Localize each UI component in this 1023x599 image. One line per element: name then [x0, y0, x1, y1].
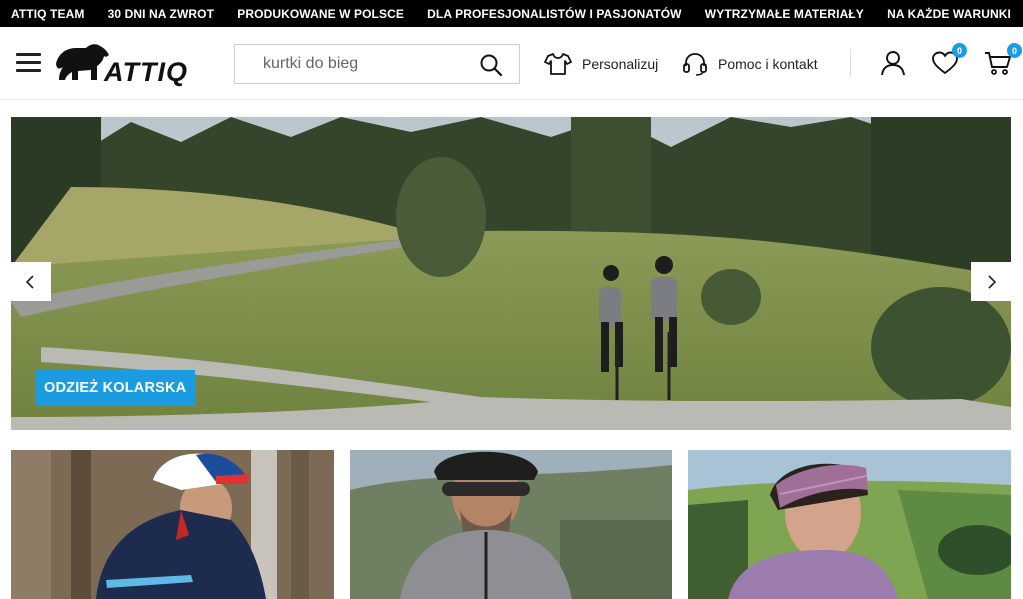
promo-item-returns[interactable]: 30 DNI NA ZWROT: [108, 7, 214, 21]
help-contact-label: Pomoc i kontakt: [718, 56, 818, 72]
tile-image-cyclist-portrait: [350, 450, 672, 599]
wishlist-count-badge: 0: [952, 43, 967, 58]
tile-image-man-jacket: [11, 450, 334, 599]
personalize-label: Personalizuj: [582, 56, 659, 72]
site-logo[interactable]: ATTIQ: [54, 41, 214, 87]
wishlist-button[interactable]: 0: [931, 43, 967, 79]
hero-banner[interactable]: ODZIEŻ KOLARSKA: [11, 117, 1011, 430]
promo-item-team[interactable]: ATTIQ TEAM: [11, 7, 84, 21]
logo-wordmark: ATTIQ: [104, 57, 188, 87]
tile-image-woman-headband: [688, 450, 1011, 599]
promo-bar: ATTIQ TEAM 30 DNI NA ZWROT PRODUKOWANE W…: [0, 0, 1023, 27]
promo-item-professionals[interactable]: DLA PROFESJONALISTÓW I PASJONATÓW: [427, 7, 681, 21]
chevron-right-icon: [988, 274, 997, 289]
promo-item-conditions[interactable]: NA KAŻDE WARUNKI: [887, 7, 1011, 21]
cart-button[interactable]: 0: [984, 43, 1022, 79]
hero-prev-button[interactable]: [11, 262, 51, 301]
cart-count-badge: 0: [1007, 43, 1022, 58]
user-icon[interactable]: [879, 49, 909, 79]
help-contact-link[interactable]: Pomoc i kontakt: [682, 49, 818, 79]
personalize-link[interactable]: Personalizuj: [544, 49, 658, 79]
chevron-left-icon: [25, 274, 34, 289]
promo-item-made-in-poland[interactable]: PRODUKOWANE W POLSCE: [237, 7, 404, 21]
menu-icon[interactable]: [16, 53, 42, 73]
category-tile-cycling[interactable]: [350, 450, 673, 599]
search-input[interactable]: [235, 45, 475, 83]
site-header: ATTIQ Personalizuj Pomoc i kontakt: [0, 27, 1023, 100]
category-tile-men[interactable]: [11, 450, 334, 599]
bear-logo-icon: [56, 44, 109, 80]
category-tile-women[interactable]: [688, 450, 1011, 599]
tshirt-icon: [544, 53, 572, 75]
headset-icon: [683, 53, 707, 76]
header-divider: [850, 49, 851, 77]
hero-next-button[interactable]: [971, 262, 1011, 301]
search-box: [234, 44, 520, 84]
hero-category-button[interactable]: ODZIEŻ KOLARSKA: [35, 370, 196, 406]
promo-item-materials[interactable]: WYTRZYMAŁE MATERIAŁY: [705, 7, 864, 21]
search-icon[interactable]: [479, 53, 503, 77]
